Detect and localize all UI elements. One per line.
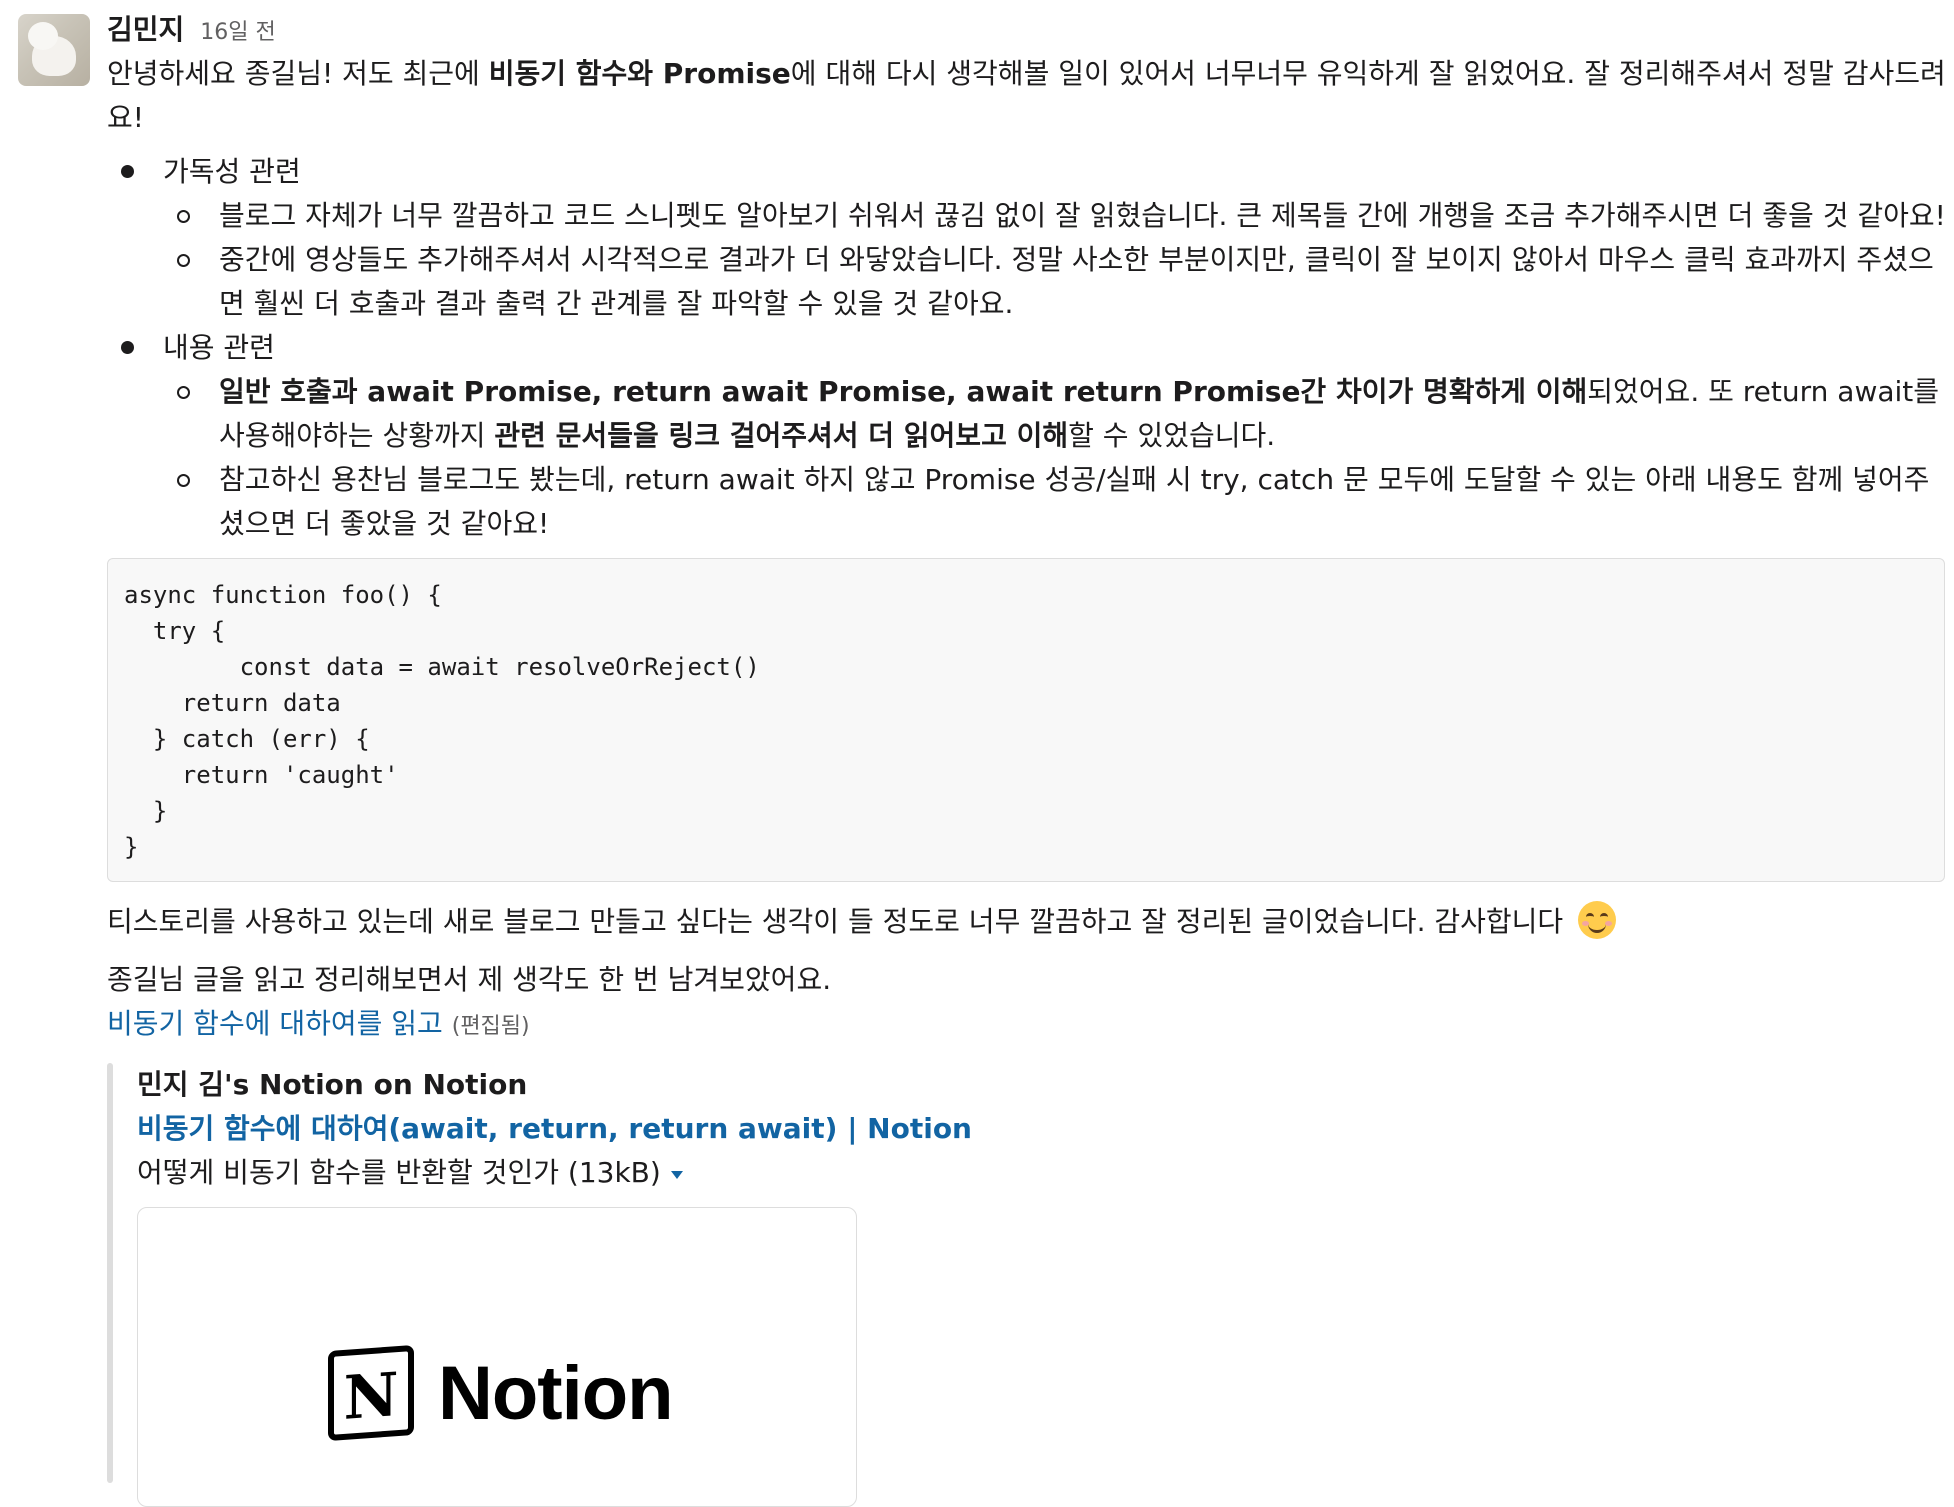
intro-paragraph: 안녕하세요 종길님! 저도 최근에 비동기 함수와 Promise에 대해 다시…: [107, 52, 1947, 140]
list-item: 블로그 자체가 너무 깔끔하고 코드 스니펫도 알아보기 쉬워서 끊김 없이 잘…: [163, 194, 1947, 238]
code-block[interactable]: async function foo() { try { const data …: [107, 558, 1945, 882]
author-name[interactable]: 김민지: [107, 8, 184, 48]
item-text: 블로그 자체가 너무 깔끔하고 코드 스니펫도 알아보기 쉬워서 끊김 없이 잘…: [219, 199, 1946, 232]
notion-mark-letter: N: [343, 1360, 399, 1434]
intro-text-1: 안녕하세요 종길님! 저도 최근에: [107, 57, 489, 90]
avatar-dog-head: [28, 22, 58, 50]
list-item: 일반 호출과 await Promise, return await Promi…: [163, 370, 1947, 458]
edited-label: (편집됨): [451, 1014, 530, 1039]
item-bold-1: 일반 호출과 await Promise, return await Promi…: [219, 375, 1588, 408]
unfurl-description-text: 어떻게 비동기 함수를 반환할 것인가 (13kB): [137, 1156, 661, 1189]
item-text-2: 할 수 있었습니다.: [1068, 419, 1276, 452]
bullet-icon: [121, 341, 134, 354]
link-line: 비동기 함수에 대하여를 읽고 (편집됨): [107, 1002, 1947, 1049]
message: 김민지 16일 전 안녕하세요 종길님! 저도 최근에 비동기 함수와 Prom…: [0, 0, 1954, 1507]
unfurl-bar: [107, 1063, 113, 1483]
message-content: 김민지 16일 전 안녕하세요 종길님! 저도 최근에 비동기 함수와 Prom…: [107, 8, 1947, 1507]
followup-text: 종길님 글을 읽고 정리해보면서 제 생각도 한 번 남겨보았어요.: [107, 963, 832, 996]
item-text: 참고하신 용찬님 블로그도 봤는데, return await 하지 않고 Pr…: [219, 463, 1930, 540]
circle-bullet-icon: [177, 474, 190, 487]
unfurl-title-link[interactable]: 비동기 함수에 대하여(await, return, return await)…: [137, 1107, 1947, 1151]
bullet-icon: [121, 165, 134, 178]
feedback-list: 가독성 관련 블로그 자체가 너무 깔끔하고 코드 스니펫도 알아보기 쉬워서 …: [107, 150, 1947, 546]
unfurl-site-name: 민지 김's Notion on Notion: [137, 1068, 528, 1101]
notion-mark-icon: N: [328, 1344, 414, 1442]
list-item-content: 내용 관련 일반 호출과 await Promise, return await…: [107, 326, 1947, 546]
code-text: async function foo() { try { const data …: [124, 581, 760, 861]
circle-bullet-icon: [177, 386, 190, 399]
circle-bullet-icon: [177, 254, 190, 267]
timestamp[interactable]: 16일 전: [200, 14, 275, 46]
avatar[interactable]: [18, 14, 90, 86]
sub-list: 블로그 자체가 너무 깔끔하고 코드 스니펫도 알아보기 쉬워서 끊김 없이 잘…: [163, 194, 1947, 326]
closing-text: 티스토리를 사용하고 있는데 새로 블로그 만들고 싶다는 생각이 들 정도로 …: [107, 905, 1564, 938]
sub-list: 일반 호출과 await Promise, return await Promi…: [163, 370, 1947, 546]
list-item-readability: 가독성 관련 블로그 자체가 너무 깔끔하고 코드 스니펫도 알아보기 쉬워서 …: [107, 150, 1947, 326]
circle-bullet-icon: [177, 210, 190, 223]
smiling-face-icon[interactable]: [1578, 901, 1617, 939]
item-text: 중간에 영상들도 추가해주셔서 시각적으로 결과가 더 와닿았습니다. 정말 사…: [219, 243, 1934, 320]
unfurl-preview-image[interactable]: N Notion: [137, 1207, 857, 1507]
collapse-caret-icon[interactable]: [670, 1171, 683, 1179]
section-label: 가독성 관련: [163, 155, 301, 188]
list-item: 중간에 영상들도 추가해주셔서 시각적으로 결과가 더 와닿았습니다. 정말 사…: [163, 238, 1947, 326]
item-bold-2: 관련 문서들을 링크 걸어주셔서 더 읽어보고 이해: [494, 419, 1069, 452]
link-unfurl: 민지 김's Notion on Notion 비동기 함수에 대하여(awai…: [107, 1063, 1947, 1507]
notion-wordmark: Notion: [438, 1350, 674, 1436]
section-label: 내용 관련: [163, 331, 275, 364]
list-item: 참고하신 용찬님 블로그도 봤는데, return await 하지 않고 Pr…: [163, 458, 1947, 546]
closing-paragraph: 티스토리를 사용하고 있는데 새로 블로그 만들고 싶다는 생각이 들 정도로 …: [107, 900, 1947, 944]
unfurl-description: 어떻게 비동기 함수를 반환할 것인가 (13kB): [137, 1151, 1947, 1195]
notion-link[interactable]: 비동기 함수에 대하여를 읽고: [107, 1007, 443, 1040]
message-header: 김민지 16일 전: [107, 8, 1947, 48]
followup-paragraph: 종길님 글을 읽고 정리해보면서 제 생각도 한 번 남겨보았어요.: [107, 958, 1947, 1002]
intro-bold: 비동기 함수와 Promise: [488, 57, 791, 90]
notion-logo: N Notion: [328, 1344, 674, 1442]
